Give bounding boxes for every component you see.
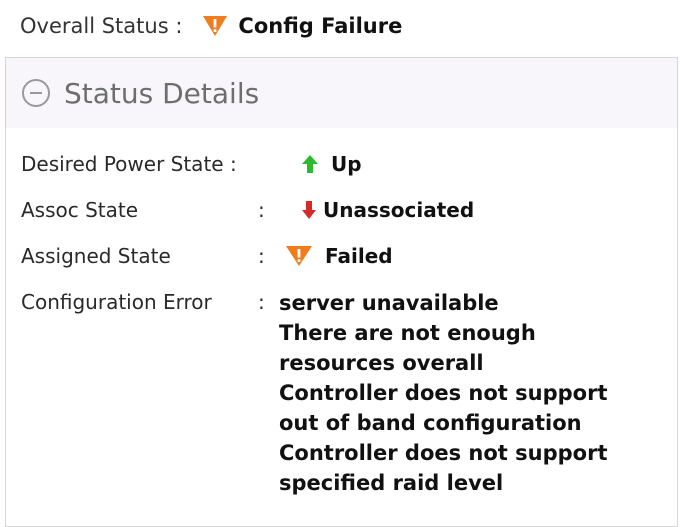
assigned-state-value: Failed (325, 244, 393, 268)
configuration-error-value: server unavailable There are not enough … (279, 288, 608, 498)
error-line: out of band configuration (279, 411, 582, 435)
error-line: server unavailable (279, 291, 499, 315)
configuration-error-colon: : (258, 290, 265, 314)
overall-status-value: Config Failure (238, 14, 403, 38)
desired-power-state-value: Up (331, 152, 362, 176)
error-line: Controller does not support (279, 381, 608, 405)
error-line: There are not enough (279, 321, 536, 345)
overall-status-label: Overall Status : (20, 14, 183, 38)
configuration-error-label: Configuration Error (21, 290, 212, 314)
collapse-minus-icon[interactable] (22, 79, 50, 107)
desired-power-state-label: Desired Power State : (21, 152, 237, 176)
warning-triangle-icon (202, 15, 228, 37)
assigned-state-value-wrap: Failed (285, 244, 393, 268)
assigned-state-colon: : (258, 244, 265, 268)
status-details-title: Status Details (64, 76, 260, 110)
warning-triangle-icon (285, 245, 313, 267)
assoc-state-label: Assoc State (21, 198, 139, 222)
error-line: Controller does not support (279, 441, 608, 465)
assoc-state-value-wrap: Unassociated (301, 198, 474, 222)
assoc-state-colon: : (258, 198, 265, 222)
error-line: specified raid level (279, 471, 504, 495)
status-details-panel: Status Details Desired Power State : Up … (5, 57, 678, 527)
status-details-header[interactable]: Status Details (6, 58, 677, 128)
assigned-state-label: Assigned State (21, 244, 171, 268)
overall-status: Overall Status : Config Failure (20, 10, 402, 42)
arrow-up-icon (301, 153, 319, 175)
error-line: resources overall (279, 351, 484, 375)
arrow-down-icon (301, 199, 317, 221)
assoc-state-value: Unassociated (323, 198, 475, 222)
desired-power-state-value-wrap: Up (301, 152, 362, 176)
